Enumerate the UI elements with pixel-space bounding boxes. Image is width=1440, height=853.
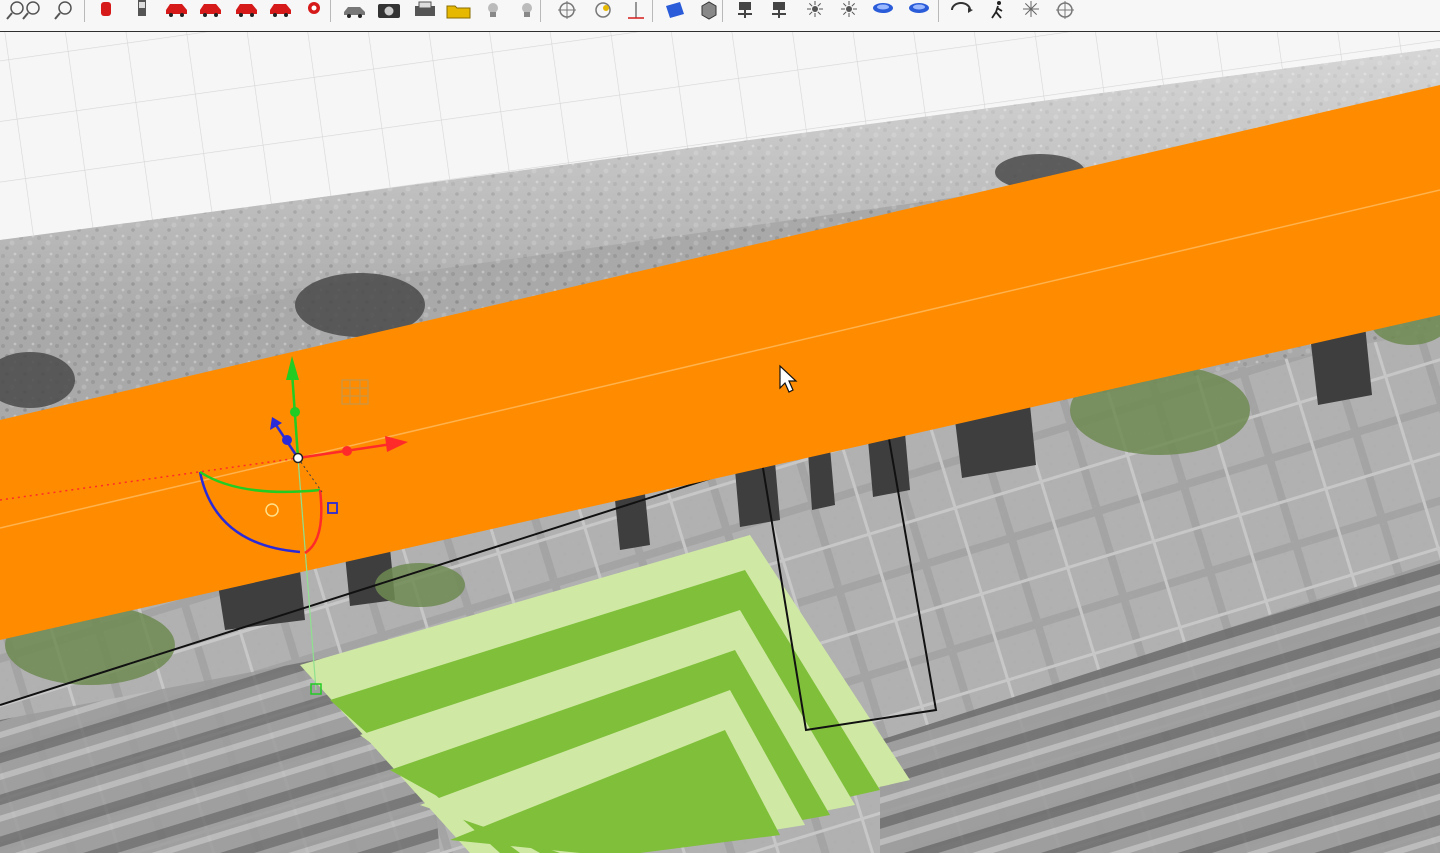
grid-light-2-icon[interactable] <box>764 0 794 22</box>
sun-2-icon[interactable] <box>834 0 864 22</box>
axis-icon[interactable] <box>622 0 652 22</box>
render-settings-icon[interactable] <box>300 0 330 22</box>
toolbar-separator <box>938 0 939 22</box>
rhino-window <box>0 0 1440 853</box>
car-red-icon[interactable] <box>162 0 192 22</box>
light-bulb-icon[interactable] <box>478 0 508 22</box>
perspective-viewport[interactable] <box>0 32 1440 853</box>
printer-icon[interactable] <box>410 0 440 22</box>
sun-icon[interactable] <box>800 0 830 22</box>
spark-icon[interactable] <box>1016 0 1046 22</box>
layer-blue-icon[interactable] <box>660 0 690 22</box>
disc-blue-icon[interactable] <box>868 0 898 22</box>
rotate-arrows-icon[interactable] <box>946 0 976 22</box>
disc-blue-2-icon[interactable] <box>904 0 934 22</box>
open-folder-icon[interactable] <box>444 0 474 22</box>
walk-icon[interactable] <box>982 0 1012 22</box>
toolbar-separator <box>330 0 331 22</box>
chair-red-icon[interactable] <box>266 0 296 22</box>
gizmo-z-scale-handle[interactable] <box>282 435 292 445</box>
zoom-window-icon[interactable] <box>20 0 50 22</box>
toolbar-separator <box>540 0 541 22</box>
car-gray-icon[interactable] <box>340 0 370 22</box>
car-red-2-icon[interactable] <box>196 0 226 22</box>
gizmo-center-point[interactable] <box>292 452 304 464</box>
toolbar-separator <box>722 0 723 22</box>
render-spotlight-icon[interactable] <box>128 0 158 22</box>
toolbar-separator <box>84 0 85 22</box>
toolbar-separator <box>652 0 653 22</box>
render-cylinder-icon[interactable] <box>92 0 122 22</box>
car-red-3-icon[interactable] <box>232 0 262 22</box>
target-gear-icon[interactable] <box>588 0 618 22</box>
target-icon[interactable] <box>552 0 582 22</box>
compass-icon[interactable] <box>1050 0 1080 22</box>
gizmo-y-scale-handle[interactable] <box>290 407 300 417</box>
main-toolbar <box>0 0 1440 32</box>
zoom-selected-icon[interactable] <box>52 0 82 22</box>
light-bulb-2-icon[interactable] <box>512 0 542 22</box>
cube-icon[interactable] <box>694 0 724 22</box>
gizmo-x-scale-handle[interactable] <box>342 446 352 456</box>
viewport-canvas[interactable] <box>0 32 1440 853</box>
grid-light-icon[interactable] <box>730 0 760 22</box>
camera-icon[interactable] <box>374 0 404 22</box>
